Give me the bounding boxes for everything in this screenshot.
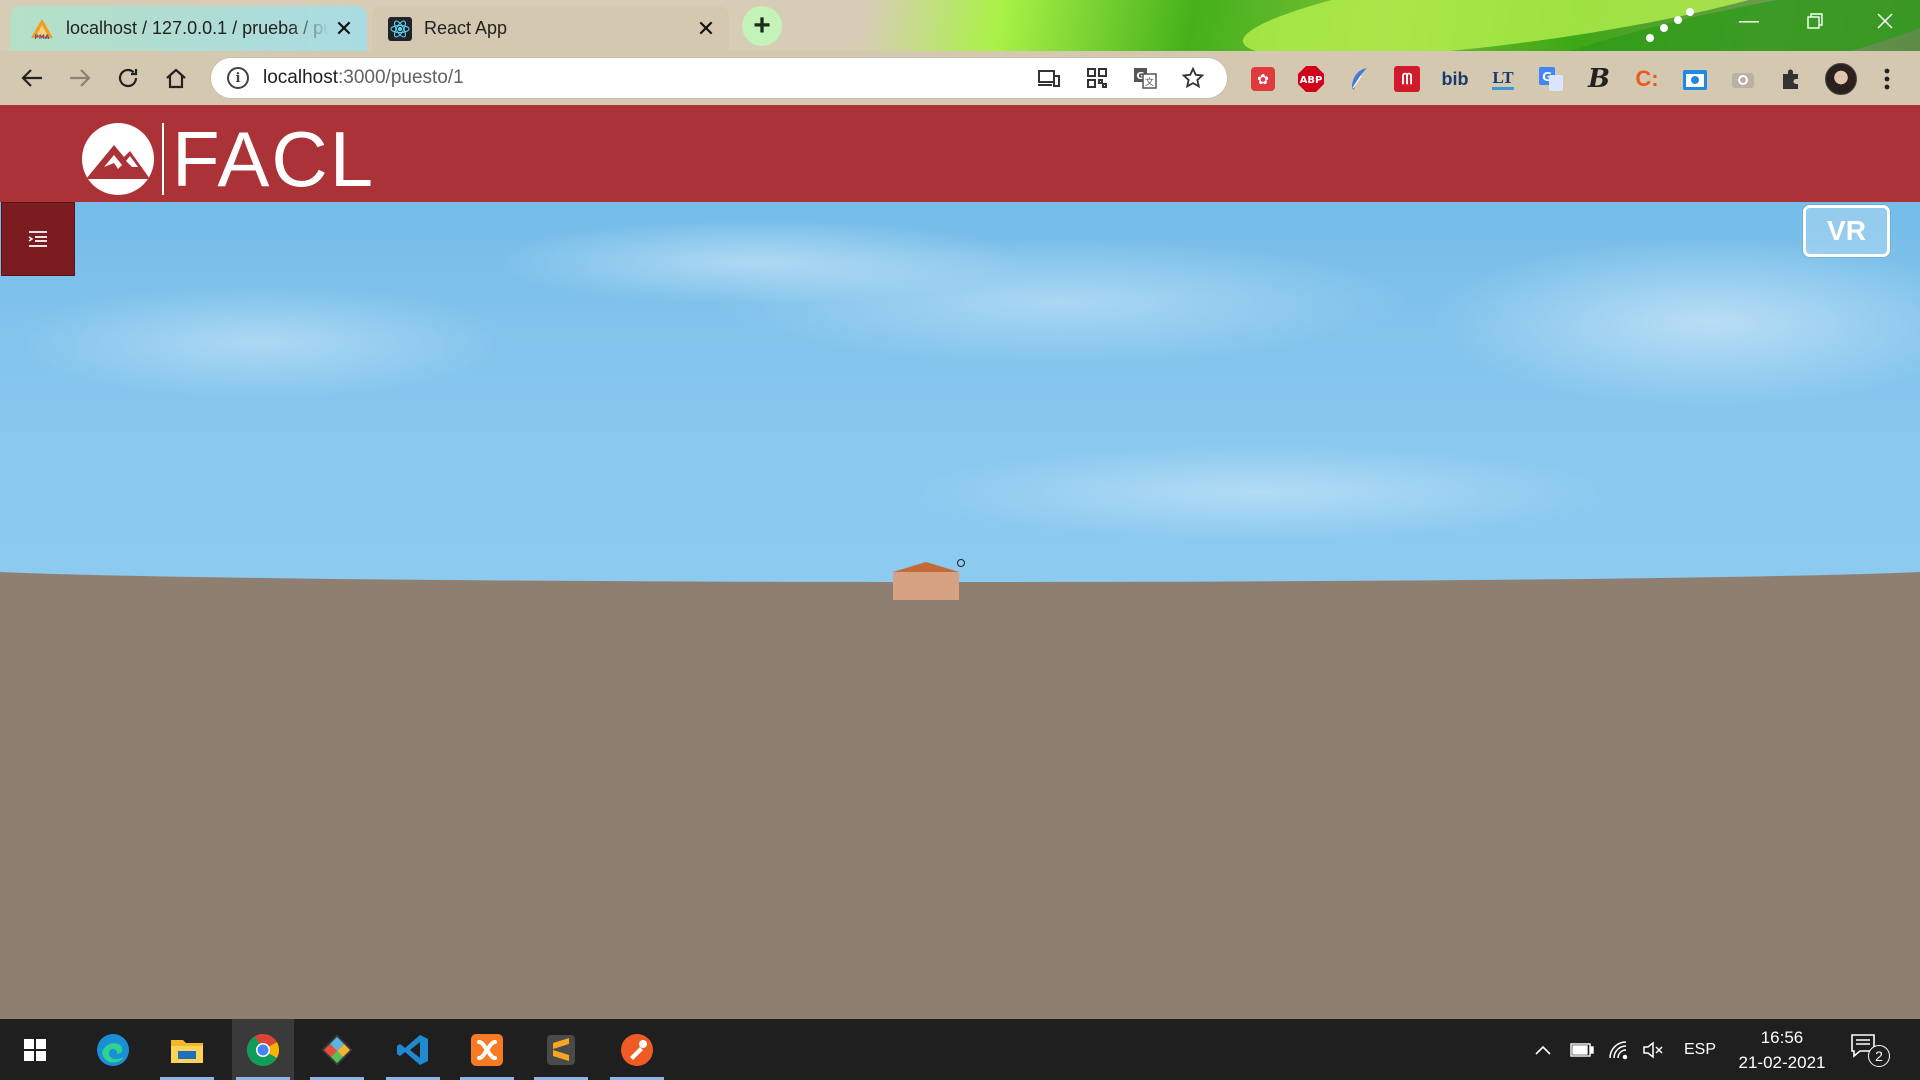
site-info-icon[interactable]: i (227, 67, 249, 89)
house-body (893, 572, 959, 600)
forward-arrow-icon[interactable] (62, 60, 98, 96)
translate-page-icon[interactable]: G文 (1131, 64, 1159, 92)
restore-icon[interactable] (1782, 0, 1848, 42)
windows-taskbar: ESP 16:56 21-02-2021 2 (0, 1019, 1920, 1080)
brand-name: FACL (172, 115, 376, 203)
browser-toolbar: i localhost:3000/puesto/1 G文 ✿ ABP ᗰ bib… (0, 51, 1920, 105)
phpmyadmin-icon: PMA (30, 17, 54, 41)
reload-icon[interactable] (110, 60, 146, 96)
puzzle-icon[interactable] (1777, 65, 1805, 93)
site-logo[interactable]: FACL (82, 115, 376, 203)
address-bar[interactable]: i localhost:3000/puesto/1 G文 (210, 57, 1228, 99)
notification-count: 2 (1875, 1048, 1883, 1064)
enter-vr-button[interactable]: VR (1803, 205, 1890, 257)
svg-text:PMA: PMA (34, 34, 49, 40)
tab-close-icon[interactable]: ✕ (329, 14, 359, 44)
tab-react-app[interactable]: React App ✕ (372, 6, 729, 51)
feather-icon[interactable] (1345, 65, 1373, 93)
house-model[interactable] (893, 562, 959, 602)
url-path: :3000/puesto/1 (338, 67, 464, 88)
home-icon[interactable] (158, 60, 194, 96)
tab-title: localhost / 127.0.0.1 / prueba / puesto (66, 18, 329, 38)
bold-b-icon[interactable]: B (1585, 64, 1613, 94)
site-header: FACL (0, 105, 1920, 202)
clock-date: 21-02-2021 (1738, 1053, 1826, 1072)
svg-text:文: 文 (1145, 76, 1154, 88)
cast-device-icon[interactable] (1035, 64, 1063, 92)
edge-icon[interactable] (82, 1019, 144, 1080)
profile-avatar[interactable] (1825, 63, 1857, 95)
tab-phpmyadmin[interactable]: PMA localhost / 127.0.0.1 / prueba / pue… (10, 6, 367, 51)
vr-scene[interactable]: VR (0, 202, 1920, 1019)
c-label: C: (1635, 66, 1659, 91)
system-clock[interactable]: 16:56 21-02-2021 (1730, 1025, 1834, 1075)
logo-divider (162, 123, 164, 195)
menu-toggle-button[interactable] (1, 202, 75, 276)
minimize-icon[interactable]: — (1716, 0, 1782, 42)
kebab-menu-icon[interactable] (1873, 65, 1901, 93)
url-host: localhost (263, 67, 338, 88)
wifi-icon[interactable] (1608, 1019, 1630, 1080)
file-explorer-icon[interactable] (156, 1019, 218, 1080)
clock-time: 16:56 (1760, 1028, 1804, 1047)
sky-background (0, 202, 1920, 582)
adblock-label: ABP (1300, 75, 1323, 86)
gaze-cursor-icon (957, 559, 965, 567)
git-icon[interactable] (306, 1019, 368, 1080)
sublime-text-icon[interactable] (530, 1019, 592, 1080)
screenshot-icon[interactable] (1681, 65, 1709, 93)
close-window-icon[interactable] (1852, 0, 1918, 42)
tab-title: React App (424, 18, 508, 38)
chrome-icon[interactable] (232, 1019, 294, 1080)
bib-label: bib (1441, 68, 1469, 89)
notification-badge: 2 (1868, 1045, 1890, 1067)
theme-decoration (1640, 6, 1700, 46)
bookmark-star-icon[interactable] (1179, 64, 1207, 92)
tray-overflow-icon[interactable] (1534, 1019, 1552, 1080)
xampp-icon[interactable] (456, 1019, 518, 1080)
screen: PMA localhost / 127.0.0.1 / prueba / pue… (0, 0, 1920, 1080)
browser-tab-strip: PMA localhost / 127.0.0.1 / prueba / pue… (0, 0, 1920, 51)
postman-icon[interactable] (606, 1019, 668, 1080)
windows-start-icon[interactable] (4, 1019, 66, 1080)
speaker-muted-icon[interactable] (1642, 1019, 1664, 1080)
lt-label: LT (1492, 68, 1514, 90)
camera-icon[interactable] (1729, 65, 1757, 93)
notification-center-icon[interactable]: 2 (1850, 1033, 1890, 1069)
bib-icon[interactable]: bib (1441, 65, 1469, 93)
battery-icon[interactable] (1570, 1019, 1594, 1080)
languagetool-icon[interactable]: LT (1489, 65, 1517, 93)
input-language[interactable]: ESP (1684, 1019, 1716, 1080)
react-icon (388, 16, 412, 41)
back-arrow-icon[interactable] (14, 60, 50, 96)
adblock-plus-icon[interactable]: ABP (1297, 65, 1325, 93)
url-text[interactable]: localhost:3000/puesto/1 (263, 67, 1035, 89)
bold-label: B (1588, 64, 1610, 94)
meetup-icon[interactable]: ✿ (1249, 65, 1277, 93)
google-translate-icon[interactable]: G (1537, 65, 1565, 93)
menu-list-icon (28, 231, 47, 247)
qr-code-icon[interactable] (1083, 64, 1111, 92)
tab-close-icon[interactable]: ✕ (691, 14, 721, 44)
new-tab-button[interactable]: + (742, 6, 782, 46)
mendeley-icon[interactable]: ᗰ (1393, 65, 1421, 93)
vscode-icon[interactable] (382, 1019, 444, 1080)
mountain-logo-icon (82, 123, 154, 195)
c-colon-icon[interactable]: C: (1633, 65, 1661, 93)
house-roof (893, 562, 959, 572)
